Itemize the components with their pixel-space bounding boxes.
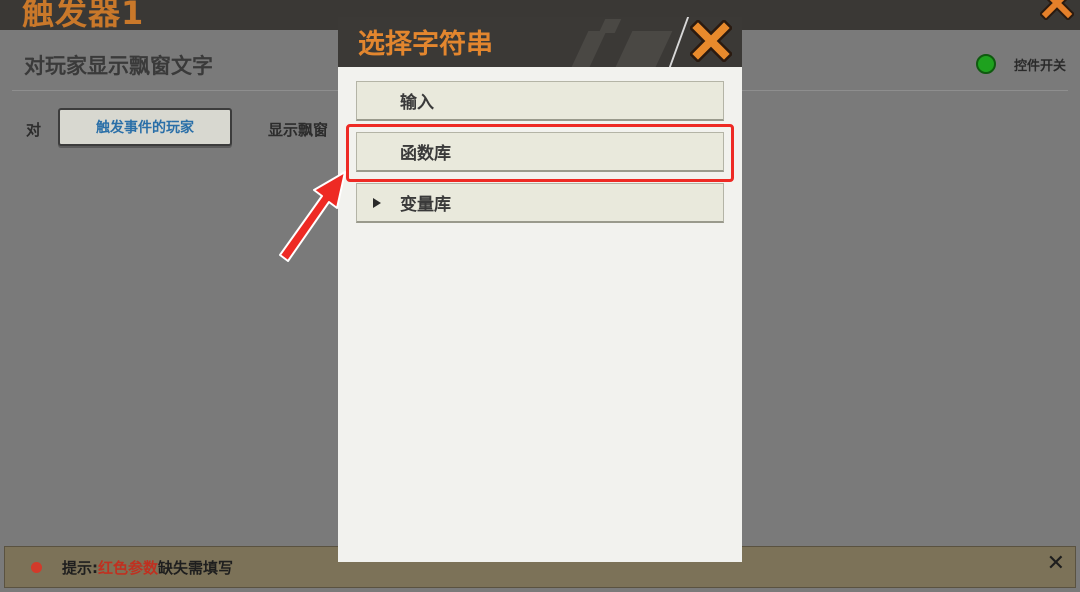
option-variable-library[interactable]: 变量库 (356, 183, 724, 223)
dialog-title: 选择字符串 (358, 29, 493, 60)
dialog-close-icon[interactable] (690, 20, 732, 62)
player-select-button[interactable]: 触发事件的玩家 (58, 108, 232, 146)
red-dot-icon (31, 561, 42, 573)
header-divider (668, 17, 690, 67)
control-toggle[interactable]: 控件开关 (975, 54, 1066, 74)
row-suffix-label: 显示飘窗 (268, 121, 329, 139)
window-close-icon[interactable] (1040, 0, 1074, 20)
green-dot-icon[interactable] (975, 54, 996, 74)
tip-highlight: 红色参数 (98, 558, 159, 577)
dialog-header: 选择字符串 (338, 17, 742, 67)
option-label: 输入 (400, 93, 434, 113)
tip-prefix: 提示: (62, 558, 98, 577)
trigger-editor-screen: 触发器1 对玩家显示飘窗文字 控件开关 对 触发事件的玩家 显示飘窗 提示: 红… (0, 0, 1080, 592)
header-stripe (598, 19, 622, 33)
panel-title: 对玩家显示飘窗文字 (24, 54, 213, 78)
window-title: 触发器1 (22, 0, 145, 32)
row-prefix-label: 对 (26, 121, 42, 139)
highlight-box (346, 124, 734, 182)
header-stripe (571, 31, 607, 67)
toggle-label: 控件开关 (1013, 58, 1066, 74)
header-stripe (615, 31, 673, 67)
close-icon[interactable]: ✕ (1047, 551, 1065, 577)
option-label: 变量库 (400, 195, 451, 215)
triangle-right-icon (373, 197, 381, 208)
option-input[interactable]: 输入 (356, 81, 724, 121)
tip-suffix: 缺失需填写 (158, 558, 234, 577)
